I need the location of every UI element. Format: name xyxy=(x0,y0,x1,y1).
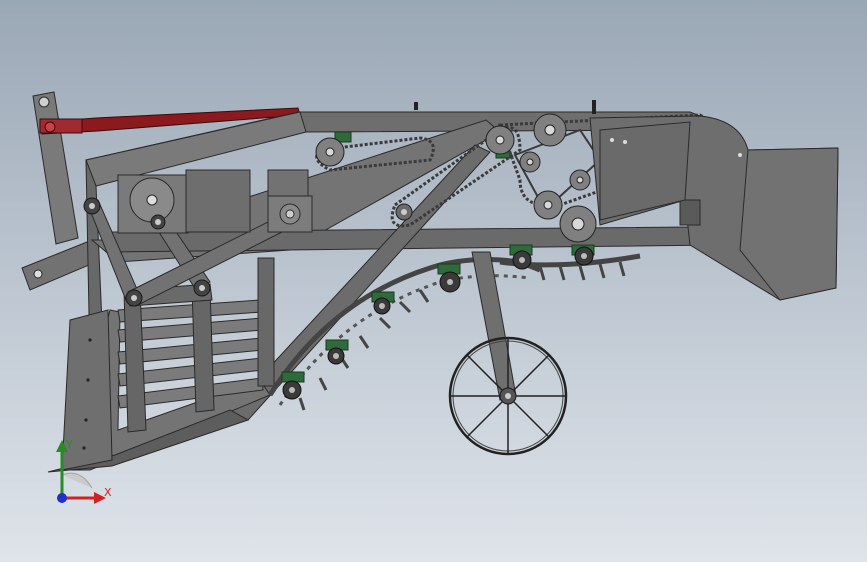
harvester-model[interactable]: X Y xyxy=(0,0,867,562)
gearbox xyxy=(117,169,313,234)
z-axis-dot xyxy=(57,493,67,503)
cad-viewport[interactable]: X Y xyxy=(0,0,867,562)
x-axis-label: X xyxy=(104,486,112,499)
y-axis-label: Y xyxy=(65,438,73,451)
depth-gauge-wheel xyxy=(448,251,568,456)
